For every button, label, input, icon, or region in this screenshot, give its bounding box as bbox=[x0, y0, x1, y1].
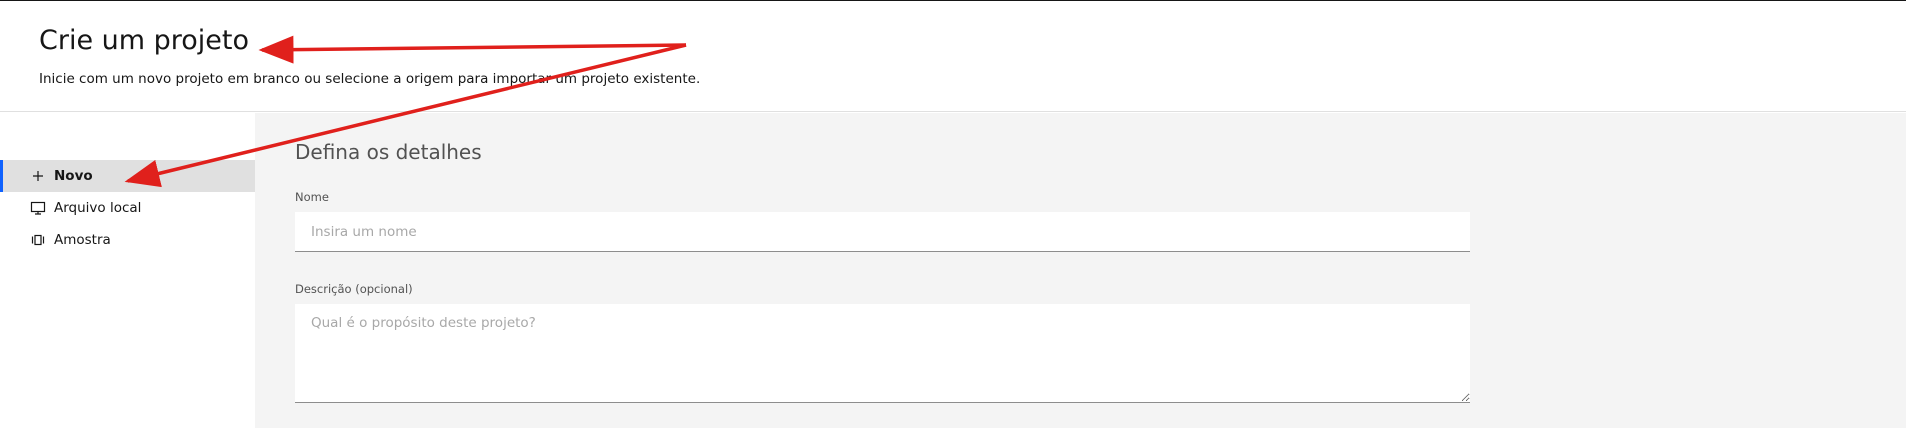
name-field-label: Nome bbox=[295, 190, 329, 204]
sidebar-item-amostra[interactable]: Amostra bbox=[0, 224, 255, 256]
monitor-icon bbox=[30, 200, 46, 216]
sidebar-item-label: Amostra bbox=[54, 232, 111, 248]
sidebar-item-novo[interactable]: Novo bbox=[0, 160, 255, 192]
description-textarea[interactable] bbox=[295, 304, 1470, 403]
name-input[interactable] bbox=[295, 212, 1470, 252]
sidebar-item-label: Novo bbox=[54, 168, 93, 184]
sidebar-item-arquivo-local[interactable]: Arquivo local bbox=[0, 192, 255, 224]
page-subtitle: Inicie com um novo projeto em branco ou … bbox=[39, 71, 701, 87]
page-title: Crie um projeto bbox=[39, 25, 250, 56]
sample-icon bbox=[30, 232, 46, 248]
sidebar-item-label: Arquivo local bbox=[54, 200, 142, 216]
page-header: Crie um projeto Inicie com um novo proje… bbox=[0, 1, 1906, 112]
details-panel: Defina os detalhes Nome Descrição (opcio… bbox=[255, 113, 1906, 428]
section-title: Defina os detalhes bbox=[295, 140, 482, 164]
sidebar: Novo Arquivo local Amostra bbox=[0, 113, 255, 428]
description-field-label: Descrição (opcional) bbox=[295, 282, 413, 296]
plus-icon bbox=[30, 168, 46, 184]
